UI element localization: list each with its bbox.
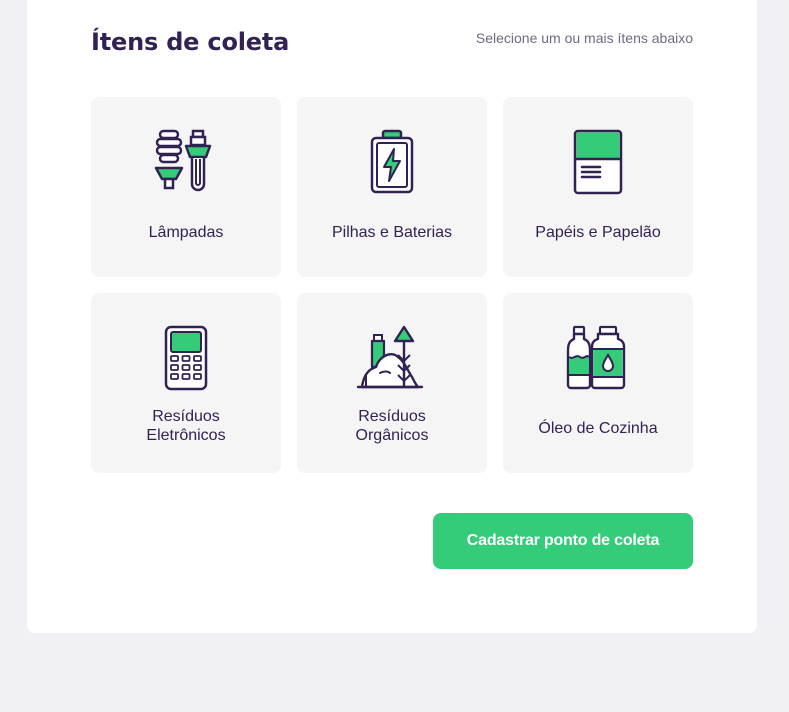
item-pilhas-baterias[interactable]: Pilhas e Baterias	[297, 97, 487, 277]
item-label: Papéis e Papelão	[535, 224, 661, 241]
submit-button[interactable]: Cadastrar ponto de coleta	[433, 513, 693, 569]
item-papeis-papelao[interactable]: Papéis e Papelão	[503, 97, 693, 277]
item-oleo-cozinha[interactable]: Óleo de Cozinha	[503, 293, 693, 473]
item-label: Resíduos Eletrônicos	[146, 408, 226, 444]
items-grid: Lâmpadas Pilhas e Baterias Papéis e Pape…	[91, 97, 693, 473]
section-title: Ítens de coleta	[91, 28, 290, 56]
item-label: Lâmpadas	[148, 224, 224, 241]
item-label: Óleo de Cozinha	[538, 420, 658, 437]
item-residuos-organicos[interactable]: Resíduos Orgânicos	[297, 293, 487, 473]
section-hint: Selecione um ou mais ítens abaixo	[475, 30, 693, 46]
electronic-device-icon	[150, 325, 222, 391]
item-lampadas[interactable]: Lâmpadas	[91, 97, 281, 277]
organic-waste-icon	[356, 325, 428, 391]
battery-icon	[356, 129, 428, 195]
item-residuos-eletronicos[interactable]: Resíduos Eletrônicos	[91, 293, 281, 473]
lamp-bulbs-icon	[150, 129, 222, 195]
item-label: Resíduos Orgânicos	[355, 408, 429, 444]
cooking-oil-bottles-icon	[562, 325, 634, 391]
paper-cardboard-icon	[562, 129, 634, 195]
item-label: Pilhas e Baterias	[331, 224, 453, 241]
